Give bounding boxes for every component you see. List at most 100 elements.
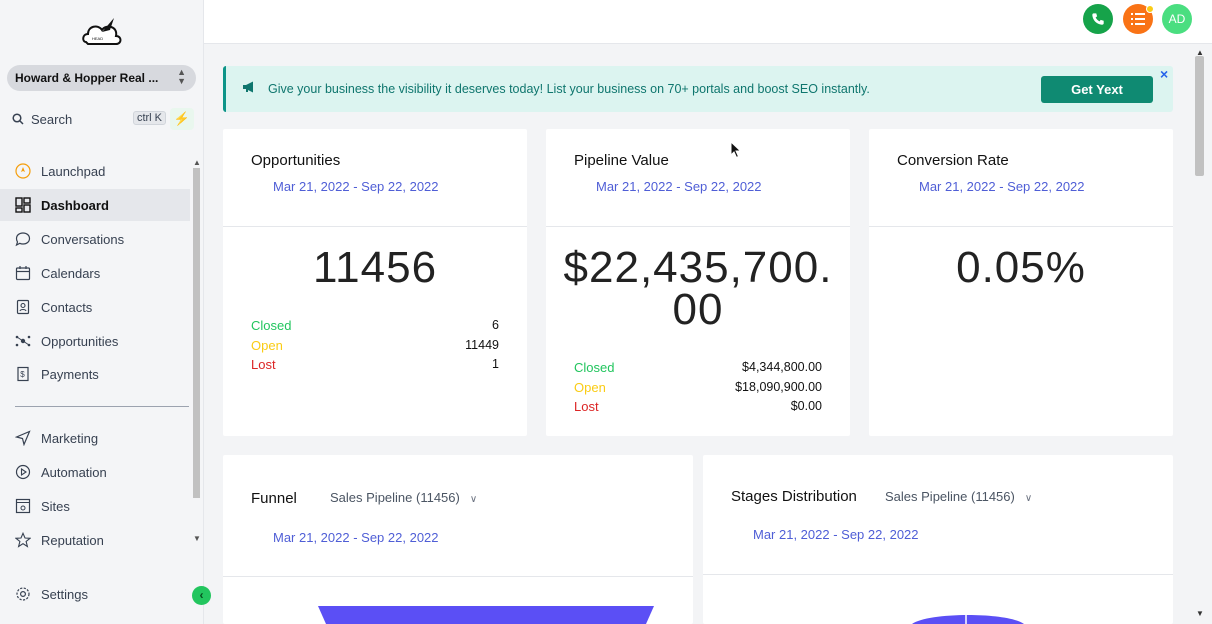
stat-value-lost: 1 [492,357,499,371]
stat-label-open: Open [251,338,283,353]
card-divider [703,574,1173,575]
company-logo[interactable]: HEAD [80,12,124,52]
star-icon [15,532,31,548]
avatar[interactable]: AD [1162,4,1192,34]
sidebar-item-contacts[interactable]: Contacts [0,291,190,323]
pipeline-dropdown-label: Sales Pipeline (11456) [885,489,1015,504]
card-title: Conversion Rate [897,152,1009,169]
scroll-down-arrow-icon[interactable]: ▼ [1196,609,1204,618]
send-icon [15,430,31,446]
sidebar-item-label: Settings [41,587,88,602]
pipeline-dropdown[interactable]: Sales Pipeline (11456) ∨ [330,490,477,505]
automation-icon [15,464,31,480]
chevron-down-icon: ∨ [469,494,478,505]
notifications-list-icon[interactable] [1123,4,1154,34]
contacts-icon [16,299,30,315]
date-range[interactable]: Mar 21, 2022 - Sep 22, 2022 [596,179,762,194]
close-icon[interactable]: × [1160,66,1168,82]
sidebar-scrollbar[interactable]: ▲ ▼ [191,158,202,548]
chevron-up-down-icon: ▲ ▼ [177,67,186,86]
card-divider [546,226,850,227]
account-switcher[interactable]: Howard & Hopper Real ... ▲ ▼ [7,65,196,91]
chevron-down-icon: ∨ [1024,493,1033,504]
pipeline-total-line2: 00 [672,285,724,334]
sidebar-item-label: Launchpad [41,164,106,179]
sidebar-item-reputation[interactable]: Reputation [0,524,190,556]
sidebar-item-calendars[interactable]: Calendars [0,257,190,289]
chat-icon [15,232,31,247]
svg-text:HEAD: HEAD [92,36,103,41]
search-shortcut: ctrl K [132,111,166,125]
quick-actions-bolt-icon[interactable]: ⚡ [170,108,194,130]
card-divider [869,226,1173,227]
dashboard-icon [15,197,31,213]
app: HEAD Howard & Hopper Real ... ▲ ▼ Search … [0,0,1212,624]
search-button[interactable]: Search ctrl K [7,106,168,132]
search-label: Search [31,112,73,127]
sidebar-item-automation[interactable]: Automation [0,456,190,488]
sidebar-item-conversations[interactable]: Conversations [0,223,190,255]
sidebar-item-marketing[interactable]: Marketing [0,422,190,454]
opportunities-total: 11456 [312,243,438,292]
phone-icon[interactable] [1083,4,1113,34]
pipeline-value-card: Pipeline Value Mar 21, 2022 - Sep 22, 20… [546,129,850,436]
card-title: Pipeline Value [574,152,669,169]
collapse-sidebar-button[interactable]: ‹ [192,586,211,605]
card-title: Funnel [251,490,297,507]
date-range[interactable]: Mar 21, 2022 - Sep 22, 2022 [753,527,919,542]
funnel-chart [318,606,654,624]
stat-value-open: $18,090,900.00 [735,380,822,394]
promo-banner-text: Give your business the visibility it des… [268,82,870,96]
sidebar-item-payments[interactable]: $ Payments [0,358,190,390]
sidebar-item-label: Automation [41,465,107,480]
notification-badge [1146,5,1154,13]
stages-distribution-card: Stages Distribution Sales Pipeline (1145… [703,455,1173,624]
stat-label-closed: Closed [251,318,292,333]
sidebar-item-launchpad[interactable]: Launchpad [0,155,190,187]
sidebar-item-label: Conversations [41,232,125,247]
sidebar-item-dashboard[interactable]: Dashboard [0,189,190,221]
search-icon [12,113,24,125]
sites-icon [15,498,31,514]
stages-pie-chart [912,613,1024,624]
card-divider [223,576,693,577]
sidebar-item-label: Reputation [41,533,104,548]
stat-value-open: 11449 [465,338,499,352]
date-range[interactable]: Mar 21, 2022 - Sep 22, 2022 [273,179,439,194]
sidebar-item-settings[interactable]: Settings [0,578,190,610]
main-scrollbar-thumb[interactable] [1195,56,1204,176]
sidebar-item-sites[interactable]: Sites [0,490,190,522]
top-bar: AD [204,0,1212,44]
get-yext-button[interactable]: Get Yext [1041,76,1153,103]
sidebar-item-opportunities[interactable]: Opportunities [0,325,190,357]
mouse-cursor-icon [730,141,742,159]
stat-value-closed: $4,344,800.00 [742,360,822,374]
funnel-card: Funnel Sales Pipeline (11456) ∨ Mar 21, 2… [223,455,693,624]
calendar-icon [15,266,31,281]
pipeline-dropdown-label: Sales Pipeline (11456) [330,490,460,505]
main-scrollbar[interactable]: ▲ ▼ [1193,48,1207,624]
pipeline-dropdown[interactable]: Sales Pipeline (11456) ∨ [885,489,1032,504]
sidebar-item-label: Dashboard [41,198,109,213]
conversion-rate-card: Conversion Rate Mar 21, 2022 - Sep 22, 2… [869,129,1173,436]
sidebar-item-label: Contacts [41,300,93,315]
date-range[interactable]: Mar 21, 2022 - Sep 22, 2022 [273,530,439,545]
date-range[interactable]: Mar 21, 2022 - Sep 22, 2022 [919,179,1085,194]
card-title: Stages Distribution [731,488,857,505]
sidebar-item-label: Marketing [41,431,99,446]
megaphone-icon [242,81,256,96]
stat-label-lost: Lost [251,357,276,372]
sidebar-scrollbar-thumb[interactable] [193,168,200,498]
stat-label-lost: Lost [574,399,599,414]
opportunities-card: Opportunities Mar 21, 2022 - Sep 22, 202… [223,129,527,436]
scroll-down-arrow-icon[interactable]: ▼ [193,534,201,543]
sidebar: HEAD Howard & Hopper Real ... ▲ ▼ Search … [0,0,211,624]
card-divider [223,226,527,227]
promo-banner: Give your business the visibility it des… [223,66,1173,112]
scroll-up-arrow-icon[interactable]: ▲ [193,158,201,167]
stat-label-open: Open [574,380,606,395]
gear-icon [16,587,30,601]
opportunities-icon [15,335,31,347]
conversion-rate-value: 0.05% [956,243,1086,292]
account-name: Howard & Hopper Real ... [15,71,159,85]
